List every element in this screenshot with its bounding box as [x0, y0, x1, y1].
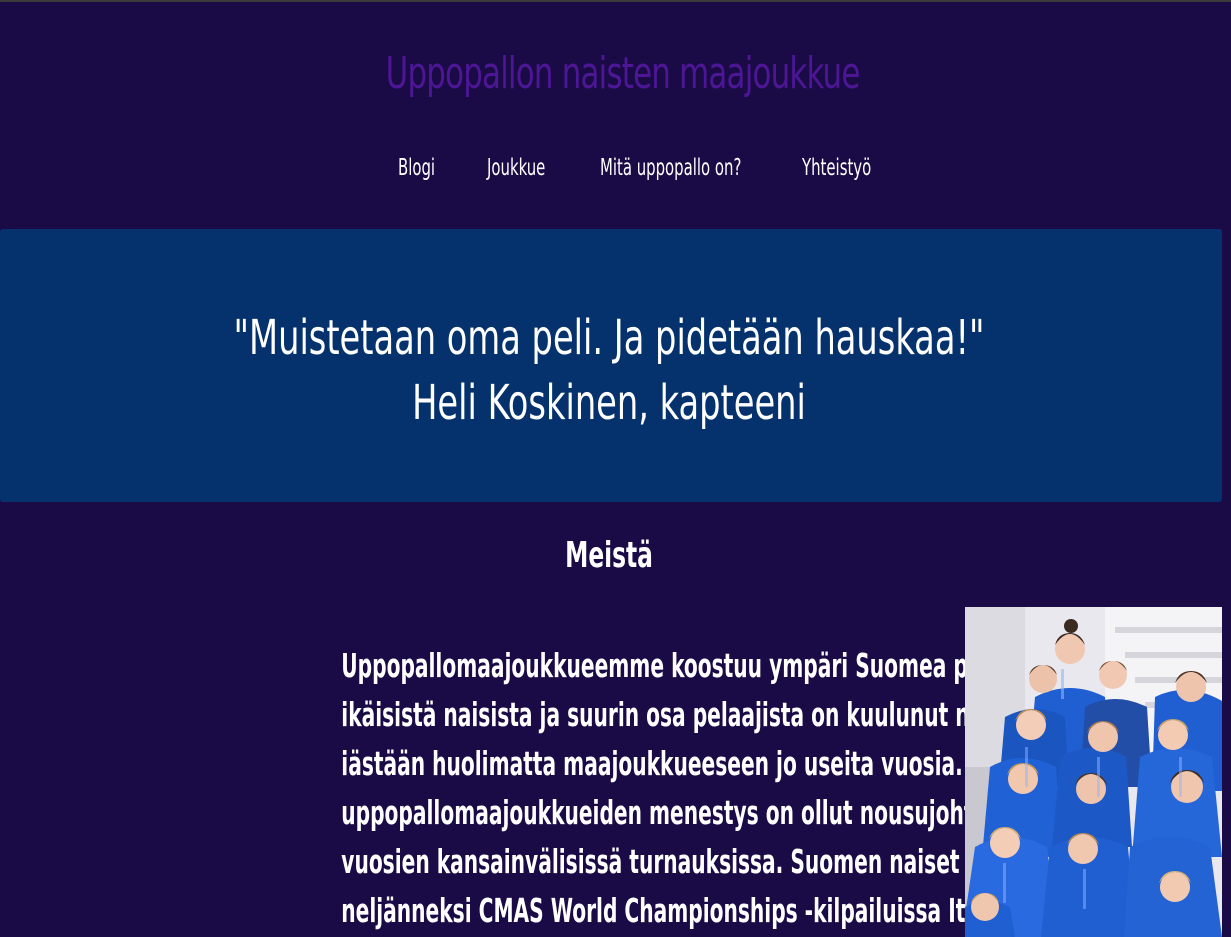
nav-item-yhteistyo[interactable]: Yhteistyö [802, 150, 871, 186]
about-text-line: Uppopallomaajoukkueemme koostuu ympäri S… [341, 646, 1109, 685]
about-text-line: vuosien kansainvälisissä turnauksissa. S… [341, 842, 1091, 881]
team-photo-illustration [965, 607, 1222, 937]
team-photo [965, 607, 1222, 937]
main-nav: Blogi Joukkue Mitä uppopallo on? Yhteist… [0, 150, 1231, 186]
about-text-line: iästään huolimatta maajoukkueeseen jo us… [341, 744, 1062, 783]
about-text-line: neljänneksi CMAS World Championships -ki… [341, 891, 1071, 930]
top-border [0, 0, 1231, 2]
about-text: Uppopallomaajoukkueemme koostuu ympäri S… [84, 641, 1109, 935]
quote-attribution: Heli Koskinen, kapteeni [412, 375, 806, 431]
nav-item-joukkue[interactable]: Joukkue [487, 150, 545, 186]
site-title[interactable]: Uppopallon naisten maajoukkue [137, 44, 1108, 104]
quote-banner: "Muistetaan oma peli. Ja pidetään hauska… [0, 229, 1222, 502]
about-text-line: uppopallomaajoukkueiden menestys on ollu… [341, 793, 1099, 832]
captain-quote: "Muistetaan oma peli. Ja pidetään hauska… [233, 310, 985, 366]
about-heading: Meistä [565, 535, 653, 576]
nav-item-mita-uppopallo-on[interactable]: Mitä uppopallo on? [600, 150, 741, 186]
nav-item-blogi[interactable]: Blogi [398, 150, 435, 186]
about-text-line: ikäisistä naisista ja suurin osa pelaaji… [341, 695, 1057, 734]
